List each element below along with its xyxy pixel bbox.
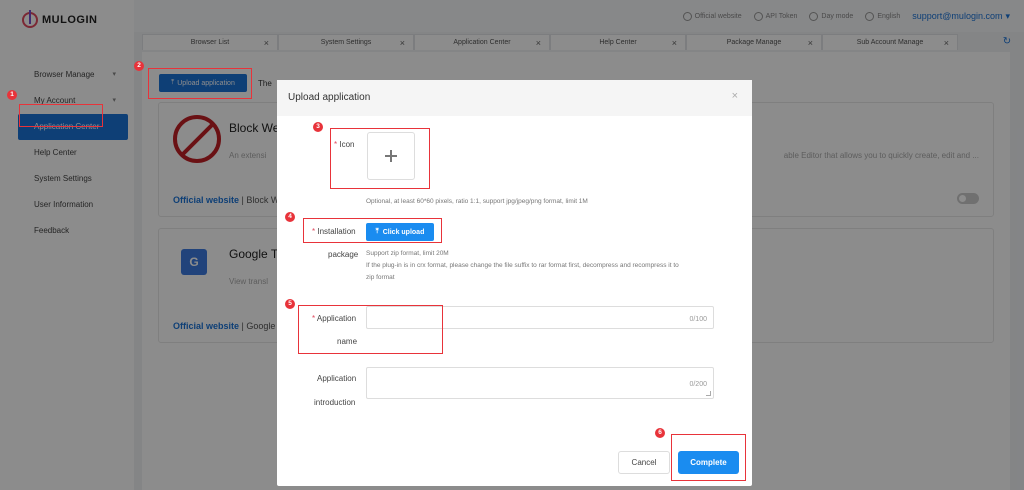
package-hint: If the plug-in is in crx format, please … — [366, 262, 679, 269]
annotation-box — [148, 68, 252, 99]
annotation-badge: 5 — [285, 299, 295, 309]
dialog-title: Upload application — [288, 92, 371, 103]
annotation-box — [330, 128, 430, 189]
close-icon[interactable]: × — [732, 90, 738, 102]
char-count: 0/100 — [689, 316, 707, 323]
package-label: package — [328, 250, 359, 259]
package-hint: Support zip format, limit 20M — [366, 250, 449, 257]
char-count: 0/200 — [689, 381, 707, 388]
application-introduction-label: introduction — [314, 398, 356, 407]
annotation-badge: 3 — [313, 122, 323, 132]
icon-hint: Optional, at least 60*60 pixels, ratio 1… — [366, 198, 588, 205]
cancel-button[interactable]: Cancel — [618, 451, 670, 474]
annotation-badge: 1 — [7, 90, 17, 100]
package-hint: zip format — [366, 274, 395, 281]
resize-grip-icon[interactable] — [706, 391, 711, 396]
annotation-badge: 4 — [285, 212, 295, 222]
application-introduction-textarea[interactable]: 0/200 — [366, 367, 714, 399]
application-introduction-label: Application — [317, 374, 357, 383]
annotation-box — [298, 305, 443, 354]
annotation-box — [19, 104, 103, 127]
annotation-badge: 6 — [655, 428, 665, 438]
annotation-box — [303, 218, 442, 243]
annotation-badge: 2 — [134, 61, 144, 71]
annotation-box — [671, 434, 746, 481]
dialog-header: Upload application × — [277, 80, 752, 116]
